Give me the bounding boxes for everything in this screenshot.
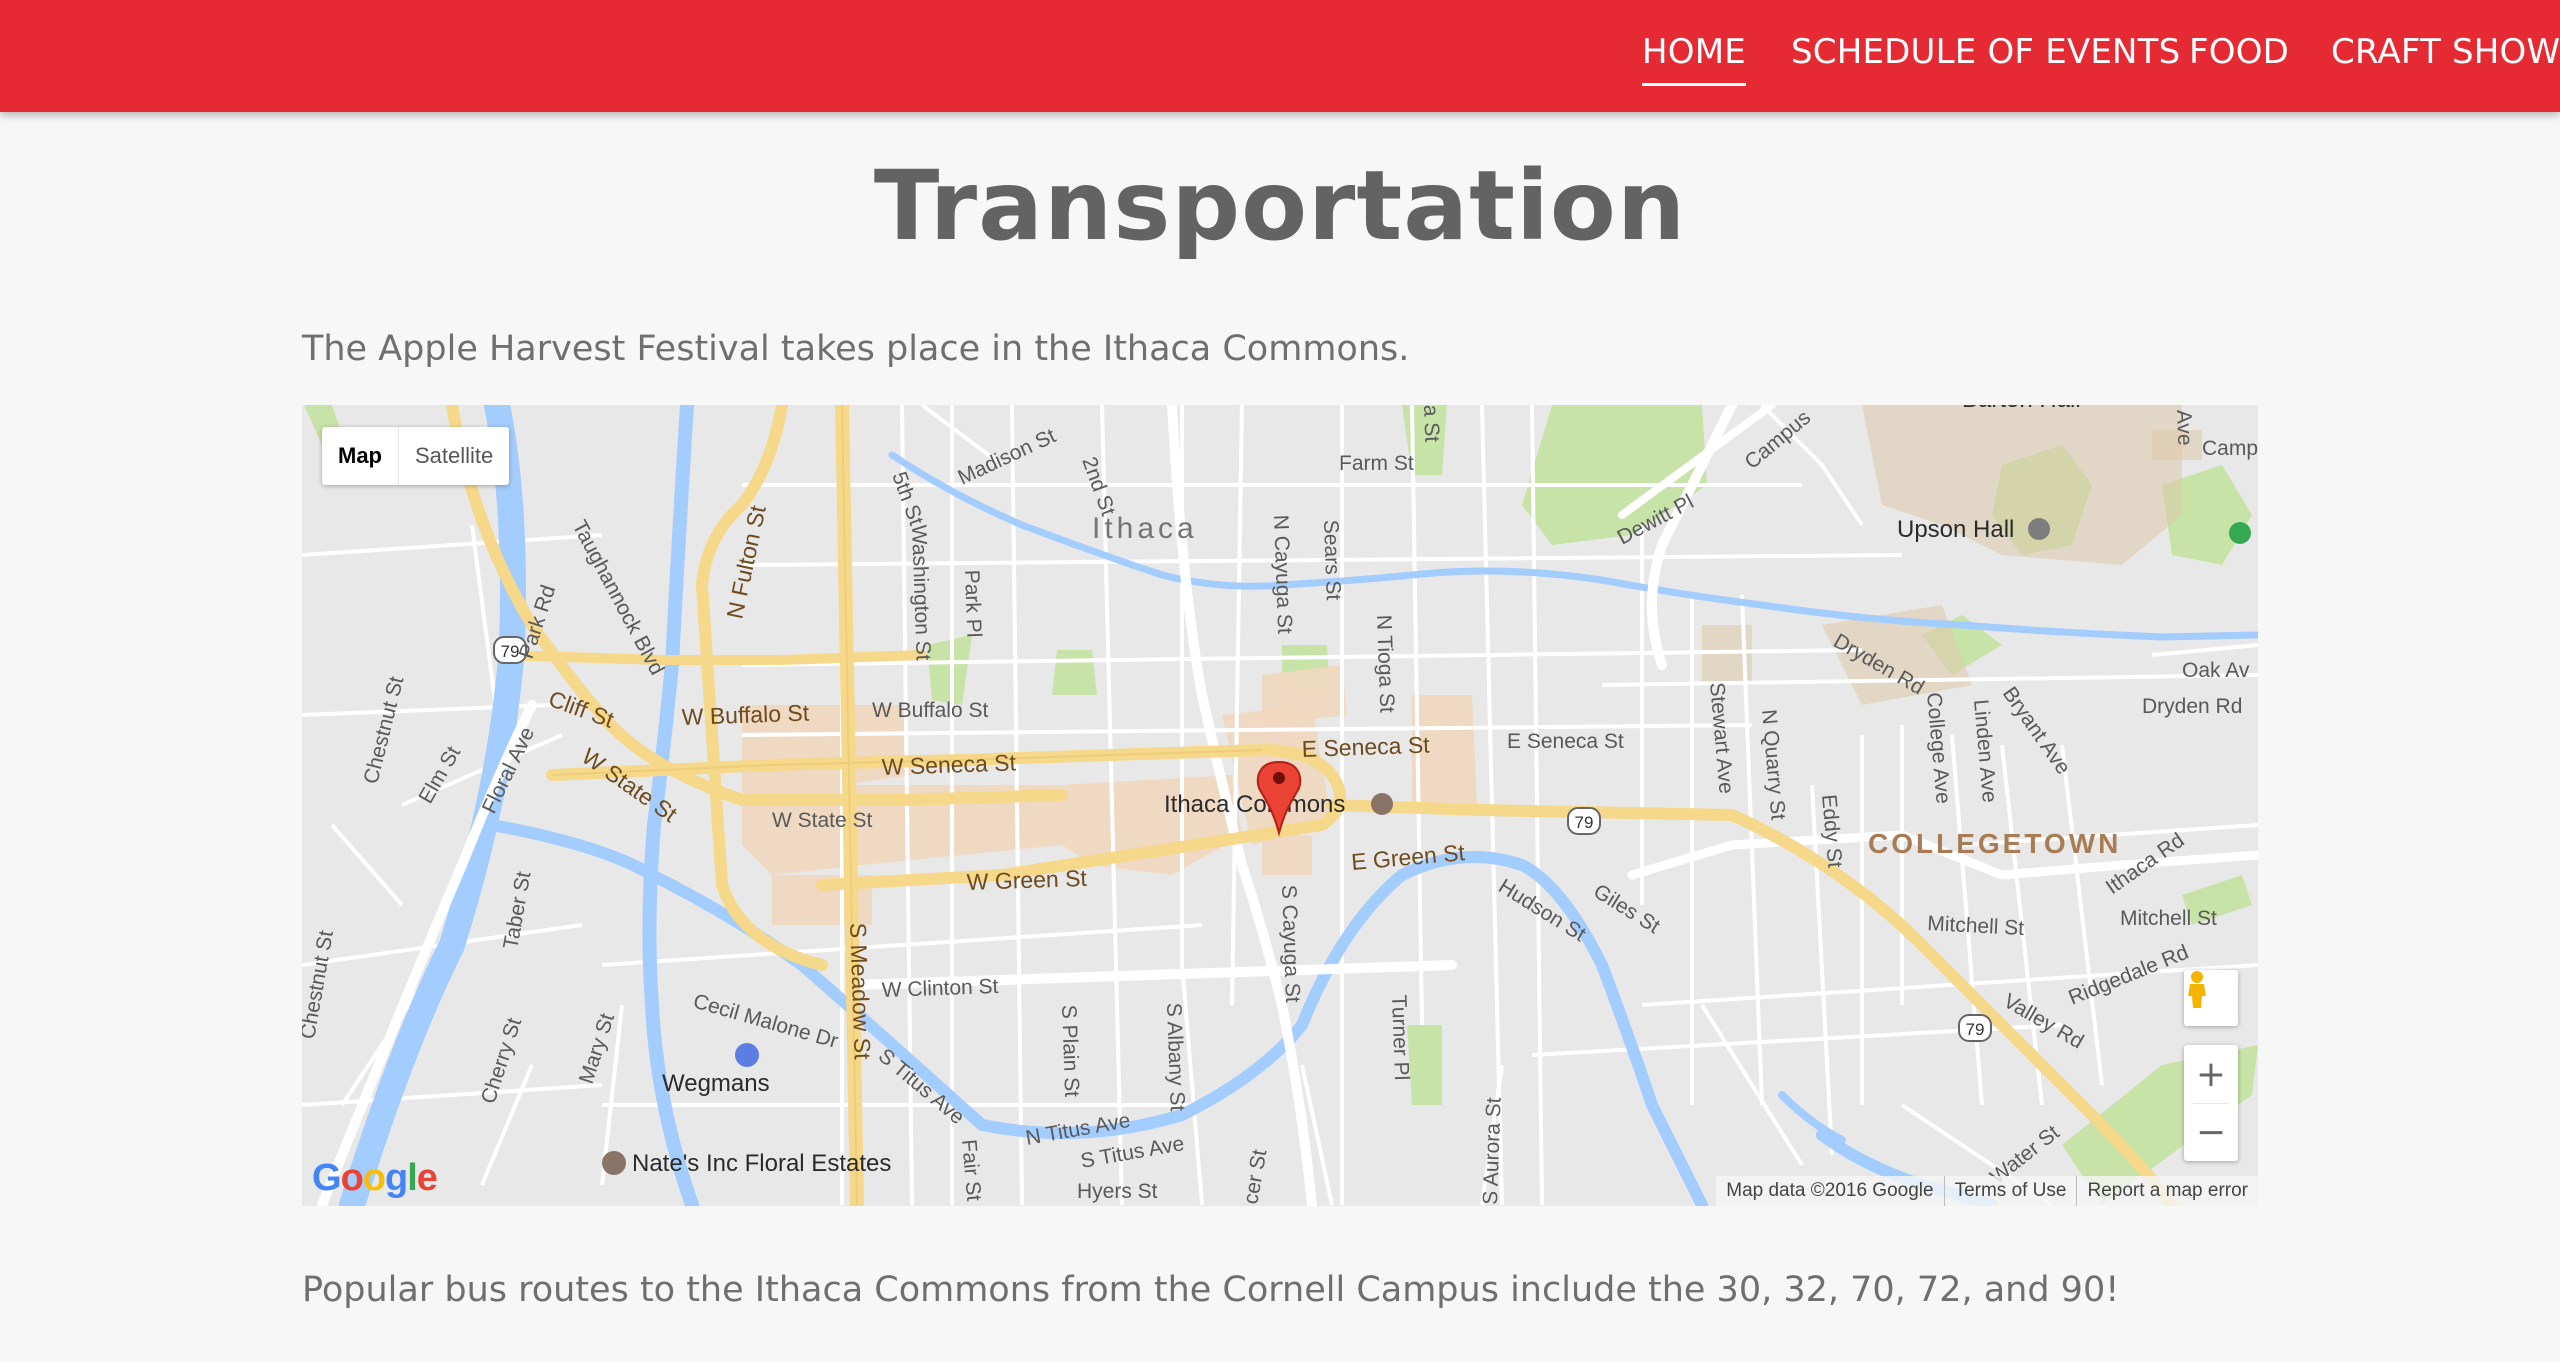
street-label: N Cayuga St xyxy=(1269,514,1296,634)
street-label: S Cayuga St xyxy=(1277,884,1304,1003)
upson-hall-label: Upson Hall xyxy=(1897,516,2014,543)
street-label: S Albany St xyxy=(1162,1002,1189,1111)
map-data-credit: Map data ©2016 Google xyxy=(1726,1180,1934,1201)
street-label: Hyers St xyxy=(1077,1180,1158,1203)
top-navbar: HOME SCHEDULE OF EVENTS FOOD CRAFT SHOW xyxy=(0,0,2560,112)
bus-routes-text: Popular bus routes to the Ithaca Commons… xyxy=(302,1270,2120,1310)
street-label: a St xyxy=(1419,405,1443,443)
map-type-control: Map Satellite xyxy=(322,427,510,485)
nav-craft-show-link[interactable]: CRAFT SHOW xyxy=(2331,28,2560,76)
collegetown-label: COLLEGETOWN xyxy=(1868,828,2121,859)
lodging-icon xyxy=(602,1151,626,1175)
map-attribution: Map data ©2016 Google Terms of Use Repor… xyxy=(1716,1176,2258,1206)
page-title: Transportation xyxy=(873,150,1687,262)
street-label: Washington St xyxy=(907,524,935,661)
street-label: Camp xyxy=(2202,437,2258,460)
shield-79-label: 79 xyxy=(1966,1020,1985,1039)
street-label: Turner Pl xyxy=(1387,994,1413,1080)
street-label: E Seneca St xyxy=(1301,732,1430,762)
street-label: W Buffalo St xyxy=(872,699,988,722)
shopping-icon xyxy=(735,1043,759,1067)
commons-icon xyxy=(1371,793,1393,815)
street-label: Park Pl xyxy=(960,569,985,637)
street-label: E Seneca St xyxy=(1507,730,1624,753)
google-map[interactable]: 79 79 79 Ithaca COLLEGETOWN Upson Hall B… xyxy=(302,405,2258,1206)
map-type-map-button[interactable]: Map xyxy=(322,427,399,485)
shield-79-label: 79 xyxy=(1575,813,1594,832)
terms-of-use-link[interactable]: Terms of Use xyxy=(1943,1176,2077,1206)
wegmans-label: Wegmans xyxy=(662,1070,770,1097)
nav-food-link[interactable]: FOOD xyxy=(2189,28,2289,76)
barton-hall-label: Barton Hall xyxy=(1962,405,2081,413)
street-label: S Aurora St xyxy=(1479,1097,1506,1205)
intro-text: The Apple Harvest Festival takes place i… xyxy=(302,329,1410,369)
street-label: Dryden Rd xyxy=(2142,695,2242,718)
park-poi-icon xyxy=(2229,522,2251,544)
street-label: N Tioga St xyxy=(1372,614,1398,713)
street-label: S Meadow St xyxy=(845,922,876,1060)
nates-label: Nate's Inc Floral Estates xyxy=(632,1150,891,1177)
city-label: Ithaca xyxy=(1092,512,1198,545)
nav-home-link[interactable]: HOME xyxy=(1642,28,1746,86)
street-label: Farm St xyxy=(1339,452,1414,475)
landmark-icon xyxy=(2028,518,2050,540)
zoom-out-button[interactable]: − xyxy=(2184,1104,2238,1161)
street-view-pegman-icon[interactable] xyxy=(2184,970,2238,1026)
street-label: W Seneca St xyxy=(881,749,1017,780)
street-label: W Clinton St xyxy=(881,975,999,1002)
street-label: W Green St xyxy=(966,865,1088,895)
map-canvas[interactable]: 79 79 79 Ithaca COLLEGETOWN Upson Hall B… xyxy=(302,405,2258,1206)
zoom-control: + − xyxy=(2184,1045,2238,1161)
street-label: Ave xyxy=(2172,409,2196,446)
map-type-satellite-button[interactable]: Satellite xyxy=(399,427,509,485)
street-label: W State St xyxy=(772,809,873,832)
google-logo[interactable]: Google xyxy=(312,1157,438,1200)
zoom-in-button[interactable]: + xyxy=(2184,1046,2238,1103)
commons-label: Ithaca Commons xyxy=(1164,791,1345,818)
street-label: Sears St xyxy=(1319,519,1345,600)
street-label: Oak Av xyxy=(2182,659,2250,682)
street-label: W Buffalo St xyxy=(681,700,810,730)
street-label: Mitchell St xyxy=(2120,907,2217,930)
report-map-error-link[interactable]: Report a map error xyxy=(2076,1176,2258,1206)
street-label: S Plain St xyxy=(1057,1004,1083,1097)
nav-schedule-link[interactable]: SCHEDULE OF EVENTS xyxy=(1791,28,2180,76)
